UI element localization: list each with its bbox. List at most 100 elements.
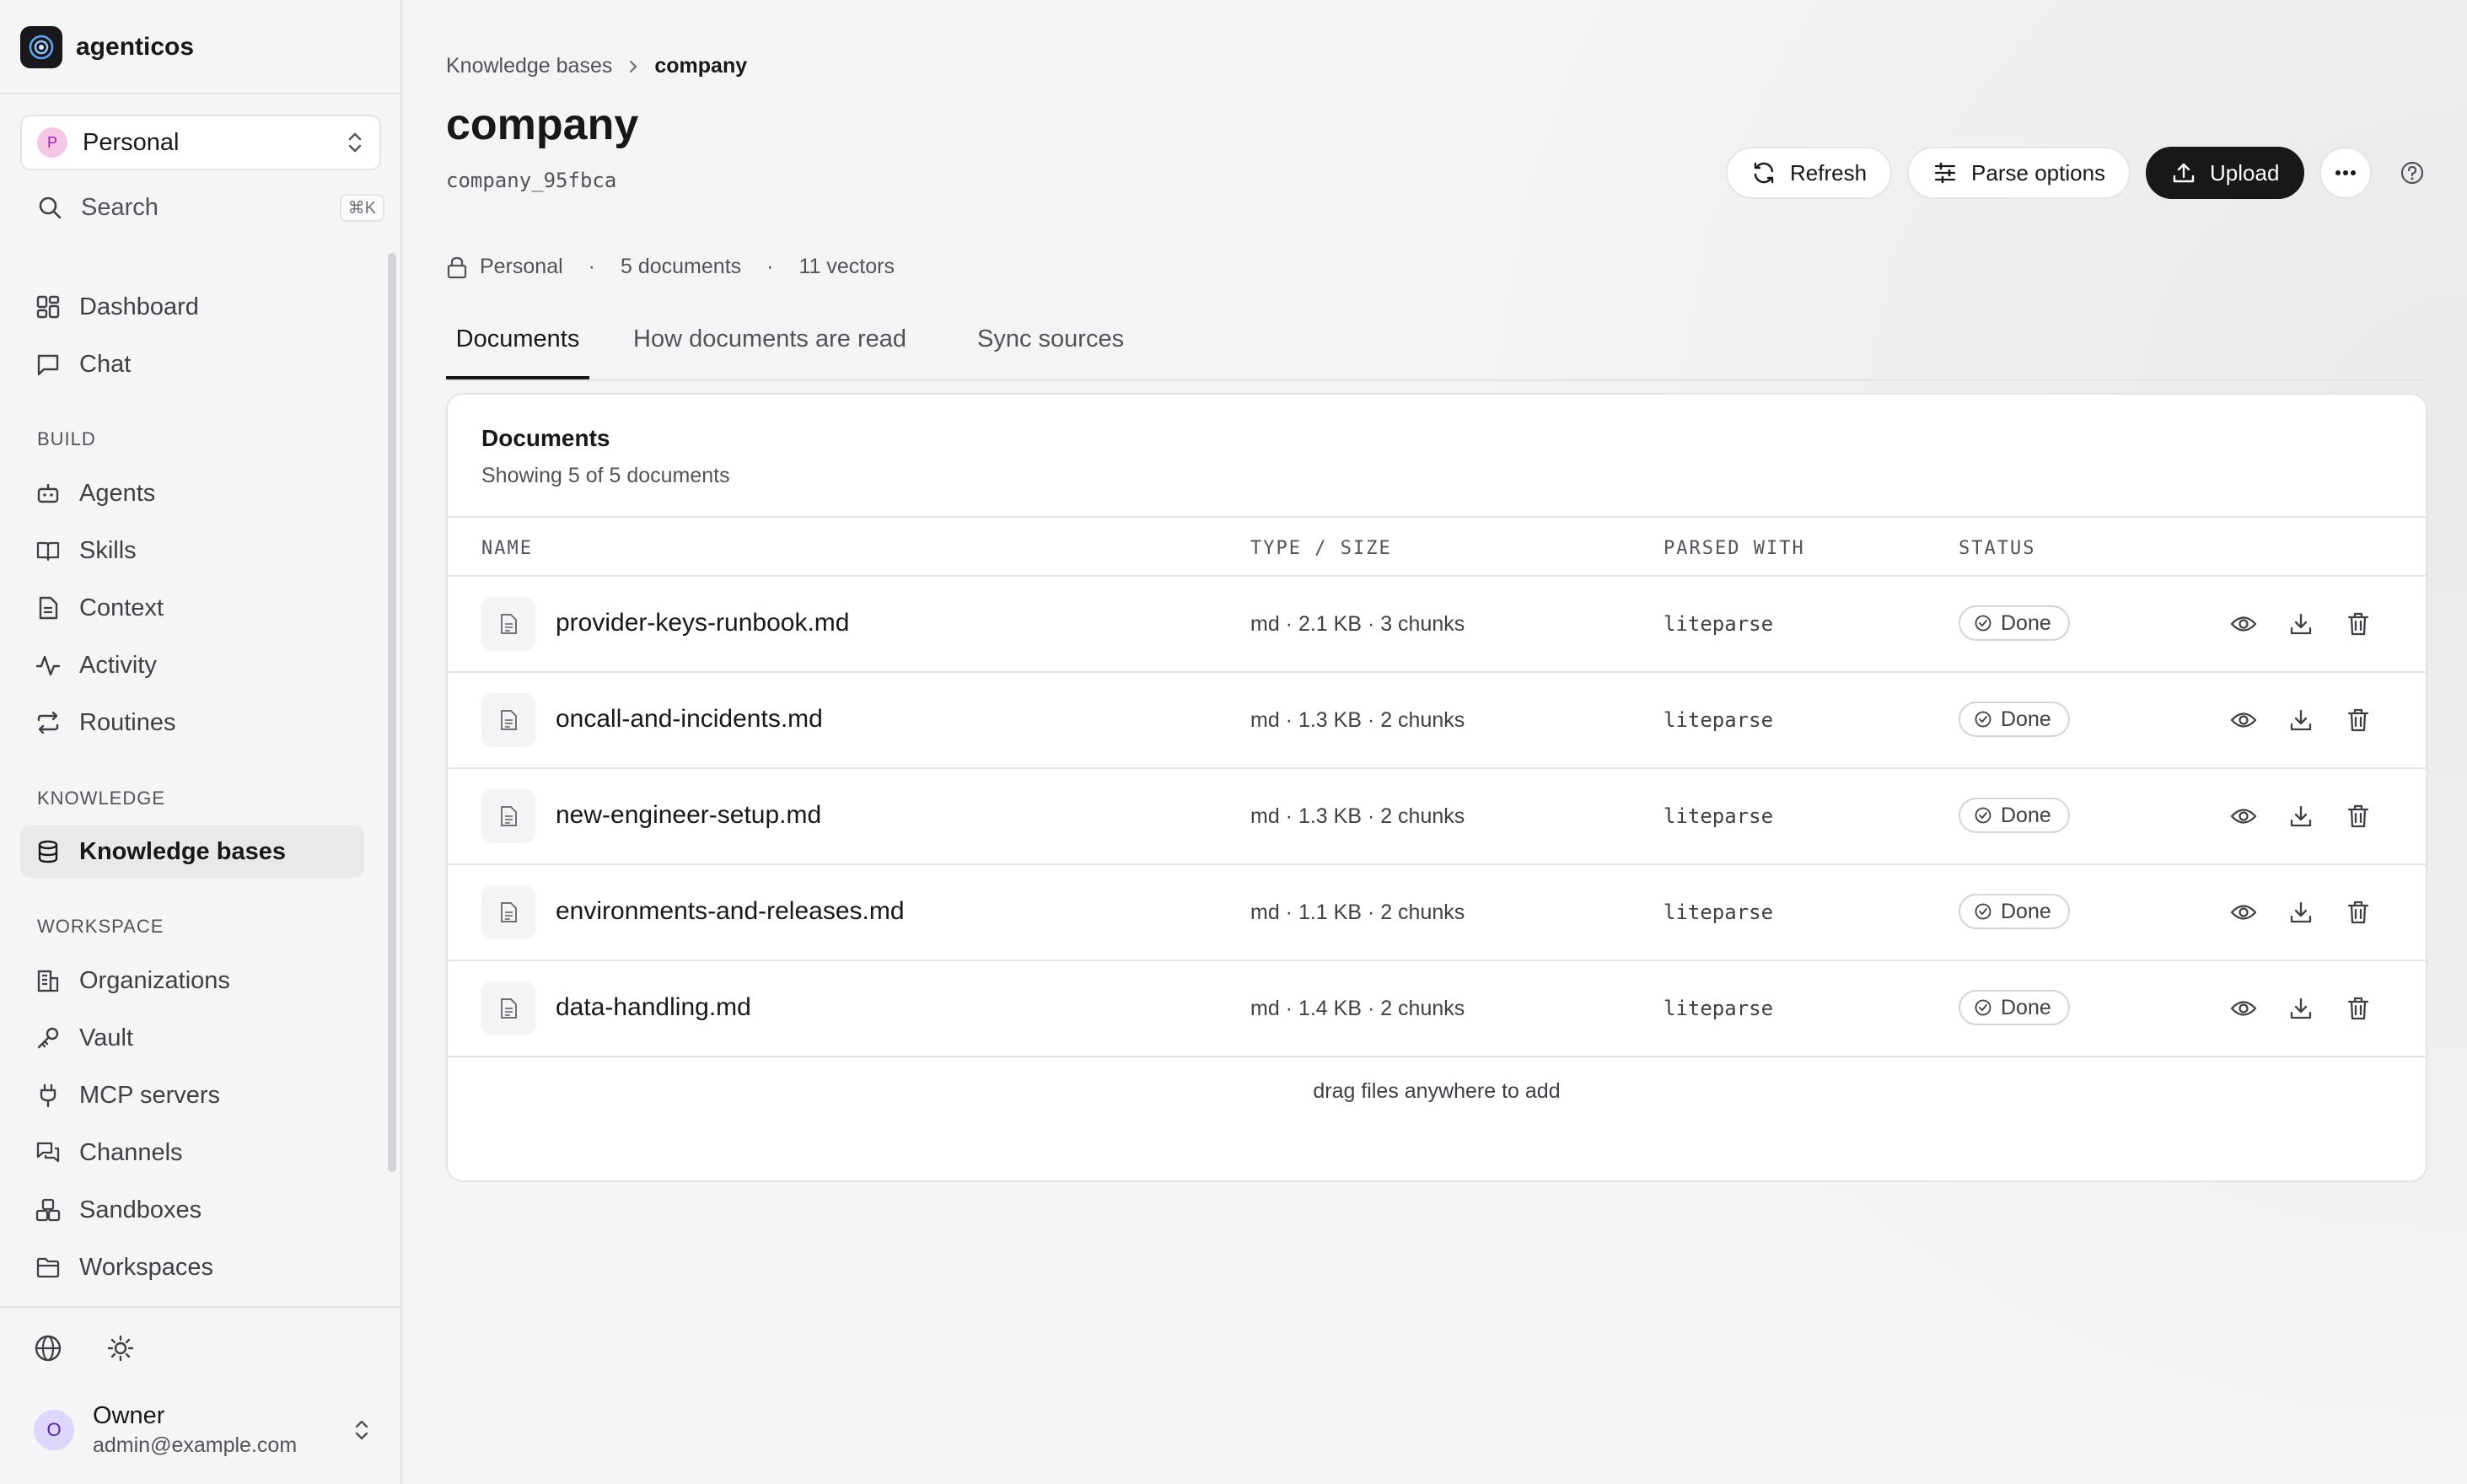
document-type-size: md · 1.4 KB · 2 chunks xyxy=(1250,997,1465,1020)
upload-button[interactable]: Upload xyxy=(2146,147,2305,199)
view-button[interactable] xyxy=(2228,609,2259,639)
file-icon xyxy=(481,981,535,1035)
nav-item-activity[interactable]: Activity xyxy=(20,639,364,691)
nav-item-routines[interactable]: Routines xyxy=(20,696,364,749)
nav-item-agents[interactable]: Agents xyxy=(20,467,364,519)
chevron-right-icon xyxy=(627,58,639,75)
download-button[interactable] xyxy=(2286,801,2316,831)
repeat-icon xyxy=(35,710,61,735)
eye-icon xyxy=(2230,902,2257,922)
document-type-size: md · 1.3 KB · 2 chunks xyxy=(1250,804,1465,828)
document-name[interactable]: provider-keys-runbook.md xyxy=(556,609,849,637)
parse-options-button[interactable]: Parse options xyxy=(1907,147,2131,199)
app-name: agenticos xyxy=(76,33,195,61)
eye-icon xyxy=(2230,614,2257,634)
table-row[interactable]: environments-and-releases.md md · 1.1 KB… xyxy=(448,865,2426,961)
globe-icon[interactable] xyxy=(34,1334,62,1363)
workspace-switcher[interactable]: P Personal xyxy=(20,115,381,170)
nav-item-dashboard[interactable]: Dashboard xyxy=(20,281,364,333)
column-header-status[interactable]: STATUS xyxy=(1959,538,2035,559)
nav-label: Channels xyxy=(79,1138,183,1166)
search-icon xyxy=(37,195,62,220)
download-button[interactable] xyxy=(2286,609,2316,639)
table-row[interactable]: data-handling.md md · 1.4 KB · 2 chunks … xyxy=(448,961,2426,1057)
trash-icon xyxy=(2346,996,2370,1021)
document-parser: liteparse xyxy=(1663,997,1774,1020)
breadcrumb-parent-link[interactable]: Knowledge bases xyxy=(446,54,612,78)
nav-item-mcp-servers[interactable]: MCP servers xyxy=(20,1069,364,1121)
chat-icon xyxy=(35,352,61,377)
eye-icon xyxy=(2230,806,2257,826)
tab-sync-sources[interactable]: Sync sources xyxy=(977,320,1124,379)
table-row[interactable]: provider-keys-runbook.md md · 2.1 KB · 3… xyxy=(448,577,2426,673)
brand[interactable]: agenticos xyxy=(20,25,194,69)
nav-label: Chat xyxy=(79,350,132,378)
document-name[interactable]: data-handling.md xyxy=(556,993,751,1022)
nav-label: Sandboxes xyxy=(79,1196,202,1223)
search-button[interactable]: Search ⌘K xyxy=(20,187,384,228)
delete-button[interactable] xyxy=(2343,609,2373,639)
document-name[interactable]: environments-and-releases.md xyxy=(556,897,905,926)
status-text: Done xyxy=(2001,707,2051,731)
knowledge-base-id: company_95fbca xyxy=(446,169,617,192)
nav-item-organizations[interactable]: Organizations xyxy=(20,954,364,1007)
delete-button[interactable] xyxy=(2343,705,2373,735)
document-name[interactable]: oncall-and-incidents.md xyxy=(556,705,823,734)
eye-icon xyxy=(2230,998,2257,1019)
nav-item-channels[interactable]: Channels xyxy=(20,1126,364,1179)
download-button[interactable] xyxy=(2286,705,2316,735)
separator: · xyxy=(766,255,774,278)
upload-icon xyxy=(2171,160,2196,186)
page-actions: Refresh Parse options Upload xyxy=(1726,147,2429,199)
boxes-icon xyxy=(35,1197,61,1223)
help-button[interactable] xyxy=(2395,156,2429,190)
breadcrumb: Knowledge bases company xyxy=(446,54,747,78)
column-header-parsed-with[interactable]: PARSED WITH xyxy=(1663,538,1805,559)
chevrons-up-down-icon xyxy=(346,131,364,154)
tab-documents[interactable]: Documents xyxy=(446,320,589,379)
file-icon xyxy=(481,885,535,939)
table-row[interactable]: oncall-and-incidents.md md · 1.3 KB · 2 … xyxy=(448,673,2426,769)
download-button[interactable] xyxy=(2286,897,2316,928)
nav-item-knowledge-bases[interactable]: Knowledge bases xyxy=(20,825,364,878)
more-options-button[interactable] xyxy=(2319,147,2373,199)
check-circle-icon xyxy=(1974,614,1992,632)
nav-label: MCP servers xyxy=(79,1081,221,1109)
table-row[interactable]: new-engineer-setup.md md · 1.3 KB · 2 ch… xyxy=(448,769,2426,865)
sun-icon[interactable] xyxy=(106,1334,135,1363)
dropzone-hint[interactable]: drag files anywhere to add xyxy=(448,1079,2426,1104)
nav-item-vault[interactable]: Vault xyxy=(20,1012,364,1064)
user-menu[interactable]: O Owner admin@example.com xyxy=(34,1400,371,1460)
nav-item-workspaces[interactable]: Workspaces xyxy=(20,1241,364,1293)
nav-item-context[interactable]: Context xyxy=(20,582,364,634)
section-title-workspace: WORKSPACE xyxy=(37,916,164,937)
view-button[interactable] xyxy=(2228,801,2259,831)
document-name[interactable]: new-engineer-setup.md xyxy=(556,801,821,830)
check-circle-icon xyxy=(1974,710,1992,729)
sidebar-footer-tools xyxy=(34,1334,135,1363)
nav-item-skills[interactable]: Skills xyxy=(20,524,364,577)
refresh-button[interactable]: Refresh xyxy=(1726,147,1893,199)
column-header-type-size[interactable]: TYPE / SIZE xyxy=(1250,538,1392,559)
view-button[interactable] xyxy=(2228,705,2259,735)
download-button[interactable] xyxy=(2286,993,2316,1024)
trash-icon xyxy=(2346,707,2370,733)
nav-item-sandboxes[interactable]: Sandboxes xyxy=(20,1184,364,1236)
vector-count: 11 vectors xyxy=(798,255,895,278)
nav-item-chat[interactable]: Chat xyxy=(20,338,364,390)
delete-button[interactable] xyxy=(2343,801,2373,831)
nav-label: Vault xyxy=(79,1024,133,1051)
sidebar-scrollbar[interactable] xyxy=(388,253,396,1172)
delete-button[interactable] xyxy=(2343,993,2373,1024)
view-button[interactable] xyxy=(2228,993,2259,1024)
status-badge: Done xyxy=(1959,894,2070,929)
nav-label: Knowledge bases xyxy=(79,837,286,865)
document-icon xyxy=(35,595,61,621)
tab-how-documents-are-read[interactable]: How documents are read xyxy=(633,320,906,379)
column-header-name[interactable]: NAME xyxy=(481,538,533,559)
delete-button[interactable] xyxy=(2343,897,2373,928)
view-button[interactable] xyxy=(2228,897,2259,928)
dashboard-icon xyxy=(35,294,61,320)
brand-logo-icon xyxy=(20,26,62,68)
documents-card: Documents Showing 5 of 5 documents NAME … xyxy=(446,393,2427,1182)
